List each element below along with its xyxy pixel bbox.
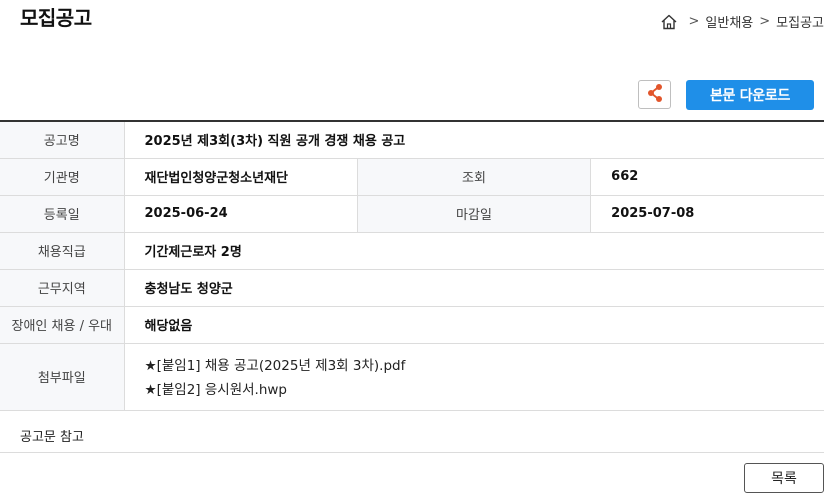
org-label: 기관명	[0, 158, 125, 196]
deadline-label: 마감일	[356, 195, 592, 233]
share-icon	[646, 83, 664, 107]
table-row: 근무지역 충청남도 청양군	[0, 269, 824, 307]
views-value: 662	[590, 158, 824, 196]
attachment-link-pdf[interactable]: ★[붙임1] 채용 공고(2025년 제3회 3차).pdf	[145, 354, 824, 378]
breadcrumb-separator: >	[759, 14, 771, 29]
title-value: 2025년 제3회(3차) 직원 공개 경쟁 채용 공고	[124, 121, 824, 159]
home-icon[interactable]	[660, 13, 678, 31]
table-row: 등록일 2025-06-24 마감일 2025-07-08	[0, 195, 824, 233]
breadcrumb: > 일반채용 > 모집공고	[660, 12, 824, 31]
deadline-value: 2025-07-08	[590, 195, 824, 233]
table-row: 채용직급 기간제근로자 2명	[0, 232, 824, 270]
attachment-link-hwp[interactable]: ★[붙임2] 응시원서.hwp	[145, 378, 824, 402]
reg-date-value: 2025-06-24	[124, 195, 358, 233]
views-label: 조회	[356, 158, 592, 196]
breadcrumb-item-general-hiring[interactable]: 일반채용	[705, 12, 753, 31]
table-row: 장애인 채용 / 우대 해당없음	[0, 306, 824, 344]
region-value: 충청남도 청양군	[124, 269, 824, 307]
attachment-label: 첨부파일	[0, 343, 125, 411]
position-label: 채용직급	[0, 232, 125, 270]
recruitment-info-table: 공고명 2025년 제3회(3차) 직원 공개 경쟁 채용 공고 기관명 재단법…	[0, 120, 824, 411]
title-label: 공고명	[0, 121, 125, 159]
download-body-button[interactable]: 본문 다운로드	[686, 80, 814, 110]
org-value: 재단법인청양군청소년재단	[124, 158, 358, 196]
table-row: 기관명 재단법인청양군청소년재단 조회 662	[0, 158, 824, 196]
page-title: 모집공고	[20, 6, 92, 30]
list-button[interactable]: 목록	[744, 463, 824, 493]
disability-label: 장애인 채용 / 우대	[0, 306, 125, 344]
disability-value: 해당없음	[124, 306, 824, 344]
breadcrumb-item-recruitment[interactable]: 모집공고	[776, 12, 824, 31]
attachment-list: ★[붙임1] 채용 공고(2025년 제3회 3차).pdf ★[붙임2] 응시…	[124, 343, 824, 411]
region-label: 근무지역	[0, 269, 125, 307]
share-button[interactable]	[638, 80, 671, 109]
reg-date-label: 등록일	[0, 195, 125, 233]
notice-body: 공고문 참고	[0, 416, 824, 453]
position-value: 기간제근로자 2명	[124, 232, 824, 270]
breadcrumb-separator: >	[688, 14, 700, 29]
notice-text: 공고문 참고	[20, 430, 84, 445]
table-row: 첨부파일 ★[붙임1] 채용 공고(2025년 제3회 3차).pdf ★[붙임…	[0, 343, 824, 411]
table-row: 공고명 2025년 제3회(3차) 직원 공개 경쟁 채용 공고	[0, 121, 824, 159]
